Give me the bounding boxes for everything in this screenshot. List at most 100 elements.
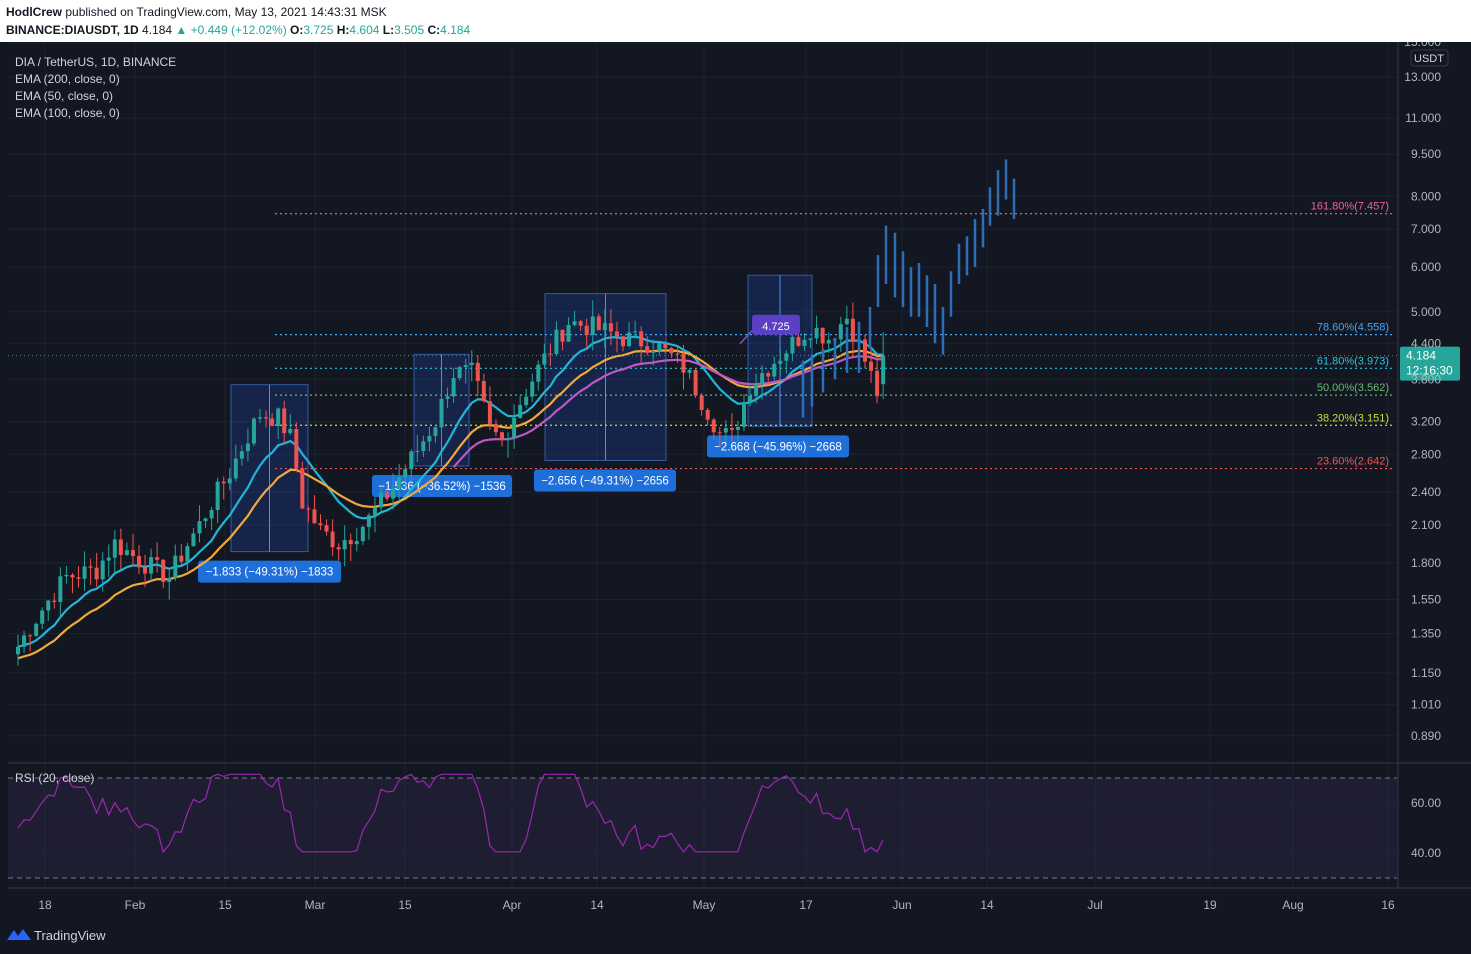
callout-label: 4.725 (762, 321, 790, 333)
candle-body (391, 488, 396, 499)
candle-body (590, 316, 595, 336)
rsi-label[interactable]: RSI (20, close) (15, 771, 94, 785)
y-tick-label: 13.000 (1404, 70, 1441, 84)
candle-body (850, 318, 855, 342)
close-label: C: (427, 23, 441, 37)
price-chart[interactable]: −1.833 (−49.31%) −1833−1.536 (−36.52%) −… (0, 42, 1471, 916)
tradingview-logo-icon (7, 927, 31, 941)
candle-body (94, 567, 99, 580)
annotations: 4.7254.18412:16:30 (8, 314, 1460, 381)
candle-body (675, 353, 680, 355)
candle-body (82, 566, 87, 579)
candle-body (421, 441, 426, 452)
y-tick-label: 6.000 (1411, 260, 1441, 274)
candle-body (657, 343, 662, 352)
y-tick-label: 4.400 (1411, 336, 1441, 350)
candle-body (28, 635, 33, 637)
footer-brand[interactable]: TradingView (34, 928, 106, 943)
footer: TradingView (0, 916, 1471, 954)
candle-body (336, 547, 341, 550)
candle-body (354, 541, 359, 545)
candle-body (566, 325, 571, 342)
fib-label: 161.80%(7.457) (1311, 201, 1389, 213)
chart-legend: DIA / TetherUS, 1D, BINANCE EMA (200, cl… (15, 54, 176, 122)
candle-body (463, 365, 468, 368)
candle-body (100, 560, 105, 580)
x-tick-label: Jun (892, 898, 911, 912)
y-tick-label: 2.100 (1411, 518, 1441, 532)
candle-body (814, 327, 819, 339)
candle-body (633, 331, 638, 333)
candle-body (306, 508, 311, 510)
candle-body (197, 521, 202, 534)
candle-body (52, 600, 57, 603)
candle-body (711, 419, 716, 433)
candle-body (58, 576, 63, 603)
candle-body (481, 381, 486, 402)
y-tick-label: 1.800 (1411, 556, 1441, 570)
candle-body (88, 566, 93, 568)
candle-body (614, 331, 619, 337)
candle-body (300, 468, 305, 509)
candle-body (621, 336, 625, 347)
published-text: published on TradingView.com, May 13, 20… (65, 5, 387, 19)
y-tick-label: 1.010 (1411, 698, 1441, 712)
x-tick-label: Mar (305, 898, 326, 912)
candle-body (324, 525, 329, 532)
candle-body (264, 417, 269, 419)
candle-body (596, 316, 601, 331)
candle-body (784, 353, 789, 361)
candle-body (645, 346, 650, 353)
y-tick-label: 1.150 (1411, 666, 1441, 680)
y-tick-label: 8.000 (1411, 189, 1441, 203)
candle-body (258, 417, 262, 419)
candle-body (427, 435, 432, 442)
candle-body (106, 557, 111, 561)
close-value: 4.184 (440, 23, 471, 37)
price-badge-value: 4.184 (1406, 349, 1436, 363)
x-tick-label: 17 (799, 898, 813, 912)
measurement-boxes: −1.833 (−49.31%) −1833−1.536 (−36.52%) −… (198, 274, 849, 583)
grid-lines (8, 42, 1397, 888)
candle-body (602, 323, 607, 331)
measure-label: −1.833 (−49.31%) −1833 (206, 567, 334, 579)
y-tick-label: 11.000 (1405, 111, 1441, 125)
rsi-band (8, 778, 1397, 878)
x-tick-label: 14 (590, 898, 604, 912)
candle-body (512, 417, 517, 439)
fib-label: 61.80%(3.973) (1317, 355, 1389, 367)
candle-body (415, 451, 420, 453)
candle-body (348, 540, 353, 545)
candle-body (742, 401, 746, 427)
candle-body (802, 339, 807, 346)
candle-body (366, 515, 371, 527)
legend-ema50[interactable]: EMA (50, close, 0) (15, 88, 176, 105)
candle-body (875, 370, 880, 397)
high-value: 4.604 (349, 23, 380, 37)
publisher-name[interactable]: HodlCrew (6, 5, 62, 19)
candle-body (506, 438, 511, 441)
x-tick-label: 19 (1203, 898, 1217, 912)
candle-body (137, 556, 141, 568)
candle-body (34, 623, 39, 636)
candle-body (717, 432, 722, 434)
legend-ema100[interactable]: EMA (100, close, 0) (15, 105, 176, 122)
y-tick-label: 3.200 (1411, 414, 1441, 428)
candle-body (790, 336, 795, 354)
candle-body (554, 329, 559, 355)
candle-body (360, 526, 365, 542)
candle-body (161, 559, 166, 582)
candle-body (403, 469, 408, 478)
unit-label: USDT (1414, 53, 1444, 65)
candle-body (627, 332, 632, 347)
candle-body (681, 353, 686, 373)
measure-label: −2.668 (−45.96%) −2668 (714, 441, 842, 453)
candle-body (457, 367, 462, 379)
candle-body (288, 428, 293, 434)
y-tick-label: 15.000 (1404, 42, 1441, 49)
candle-body (542, 353, 547, 365)
low-value: 3.505 (394, 23, 425, 37)
candle-body (46, 600, 51, 611)
legend-ema200[interactable]: EMA (200, close, 0) (15, 71, 176, 88)
y-tick-label: 1.350 (1411, 626, 1441, 640)
